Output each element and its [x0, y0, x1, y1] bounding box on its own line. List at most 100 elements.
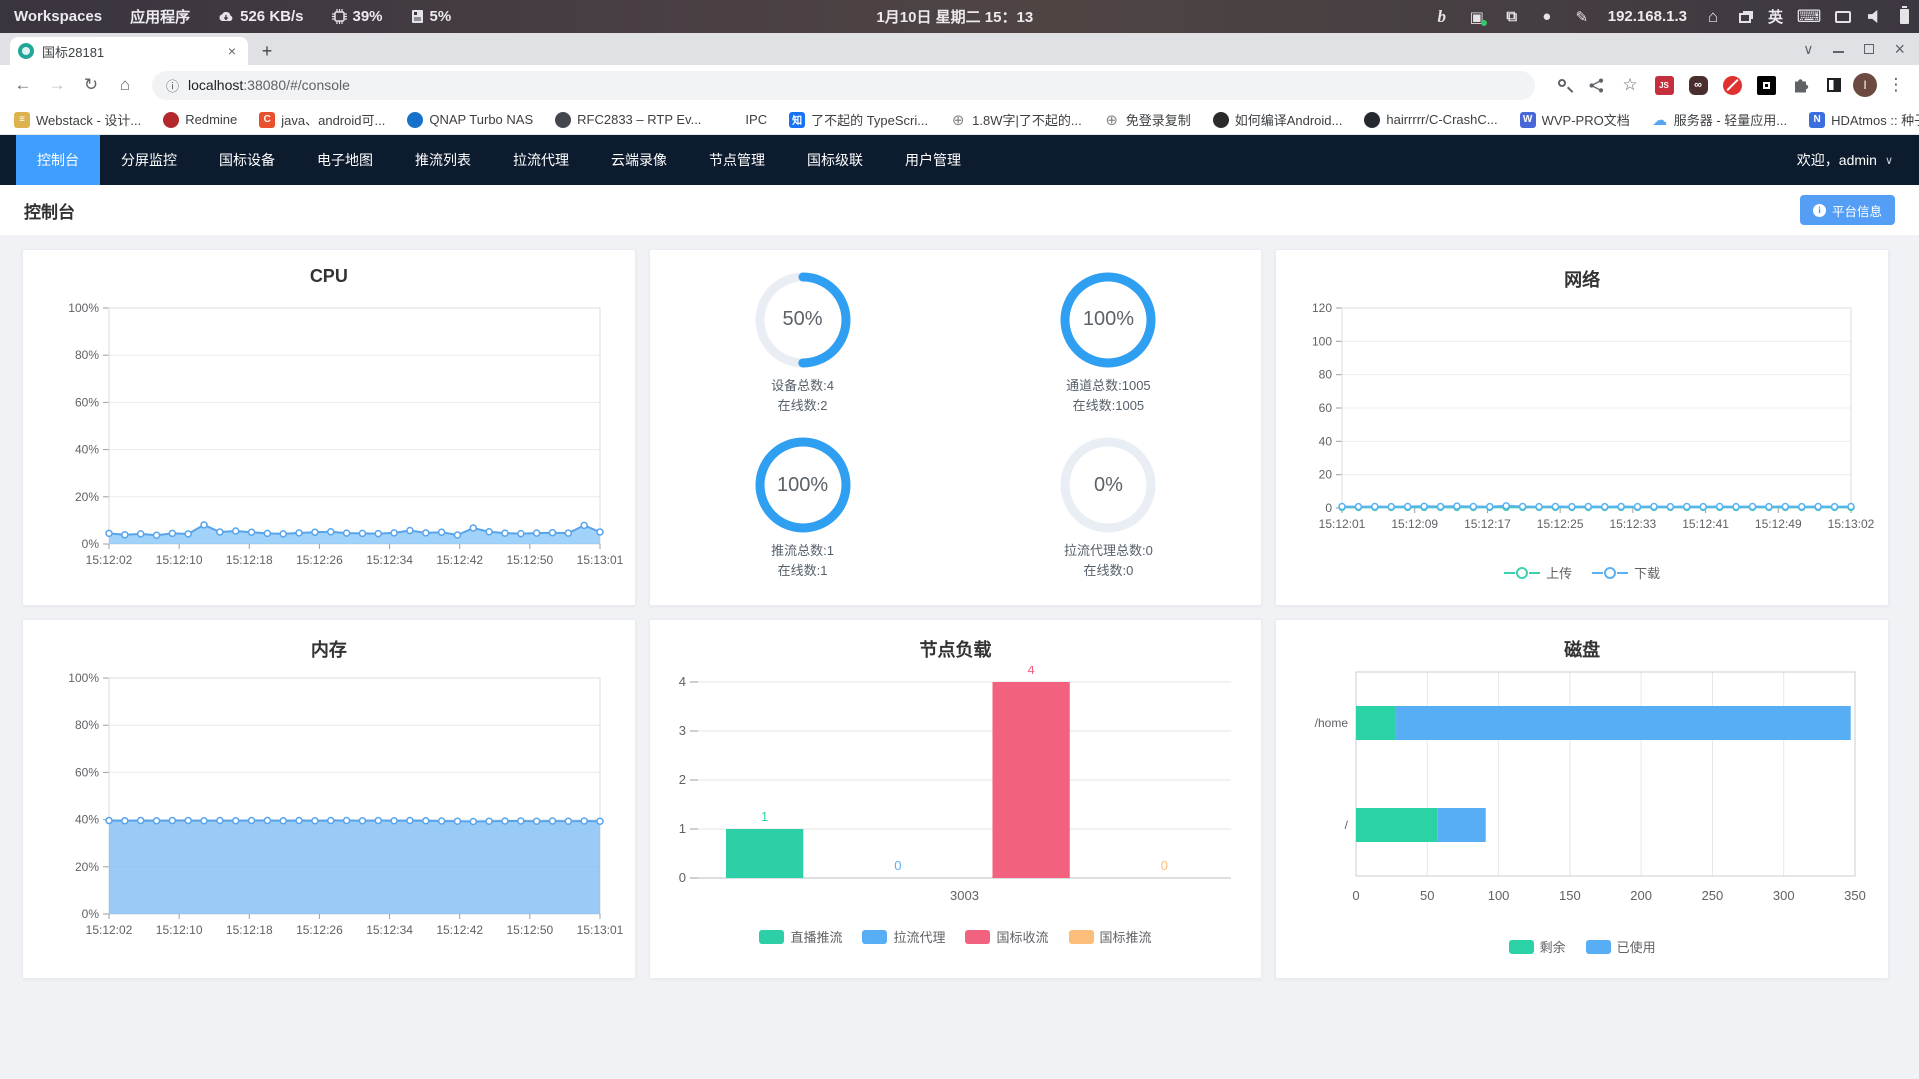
svg-text:/home: /home [1315, 716, 1349, 730]
memory-usage-indicator[interactable]: 5% [411, 8, 451, 25]
clock[interactable]: 1月10日 星期二 15：13 [876, 6, 1033, 27]
ring-online-label: 在线数:1 [777, 563, 828, 579]
bookmark-item[interactable]: 知了不起的 TypeScri... [789, 110, 928, 129]
cloud-download-icon [219, 11, 233, 21]
restore-window-button[interactable] [1864, 44, 1875, 54]
tab-close-icon[interactable]: × [224, 43, 240, 59]
bookmark-label: RFC2833 – RTP Ev... [577, 112, 702, 127]
svg-text:15:12:09: 15:12:09 [1392, 517, 1439, 531]
bookmark-item[interactable]: Redmine [163, 111, 237, 128]
reload-button[interactable]: ↻ [76, 70, 106, 100]
legend-label: 国标收流 [996, 930, 1049, 945]
back-button[interactable]: ← [8, 70, 38, 100]
site-info-icon[interactable]: ⓘ [166, 76, 179, 95]
svg-text:15:12:26: 15:12:26 [296, 923, 343, 937]
nav-item-6[interactable]: 拉流代理 [492, 135, 590, 185]
user-menu[interactable]: 欢迎，admin ∨ [1797, 150, 1919, 170]
svg-text:4: 4 [1027, 666, 1034, 677]
bookmark-item[interactable]: 如何编译Android... [1212, 110, 1342, 129]
nav-item-4[interactable]: 电子地图 [296, 135, 394, 185]
new-tab-button[interactable]: + [254, 38, 280, 64]
bookmark-item[interactable]: IPC [723, 112, 767, 128]
bookmark-label: QNAP Turbo NAS [429, 112, 534, 127]
ip-address-indicator[interactable]: 192.168.1.3 [1608, 8, 1687, 25]
share-icon[interactable] [1581, 70, 1611, 100]
network-speed-indicator[interactable]: 526 KB/s [218, 8, 304, 25]
svg-text:15:12:17: 15:12:17 [1464, 517, 1511, 531]
stats-rings: 50% 设备总数:4 在线数:2 100% 通道总数:1005 在线数:1005 100% 推… [650, 250, 1262, 605]
extension-mask[interactable]: ∞ [1683, 70, 1713, 100]
bookmark-item[interactable]: ⊕ 1.8W字|了不起的... [950, 110, 1082, 129]
nav-item-2[interactable]: 分屏监控 [100, 135, 198, 185]
svg-text:350: 350 [1844, 888, 1866, 903]
applications-menu[interactable]: 应用程序 [130, 6, 190, 27]
forward-button[interactable]: → [42, 70, 72, 100]
app-indicator-icon[interactable]: ● [1538, 8, 1556, 26]
workspaces-button[interactable]: Workspaces [14, 8, 102, 25]
nav-item-9[interactable]: 国标级联 [786, 135, 884, 185]
nav-item-1[interactable]: 控制台 [16, 135, 100, 185]
home-tray-icon[interactable]: ⌂ [1704, 7, 1722, 26]
svg-text:15:12:02: 15:12:02 [86, 553, 133, 567]
memory-chart-title: 内存 [310, 640, 347, 660]
nav-item-7[interactable]: 云端录像 [590, 135, 688, 185]
volume-icon[interactable] [1868, 10, 1878, 23]
extension-qr[interactable] [1751, 70, 1781, 100]
svg-text:15:12:42: 15:12:42 [436, 923, 483, 937]
platform-info-button[interactable]: i 平台信息 [1799, 195, 1895, 225]
tab-search-chevron-icon[interactable]: ∨ [1803, 41, 1813, 58]
nav-item-5[interactable]: 推流列表 [394, 135, 492, 185]
address-bar[interactable]: ⓘ localhost:38080/#/console [152, 70, 1535, 100]
profile-avatar[interactable]: I [1853, 73, 1877, 97]
bookmark-item[interactable]: QNAP Turbo NAS [407, 111, 534, 128]
bookmark-item[interactable]: ☁ 服务器 - 轻量应用... [1652, 110, 1787, 129]
clipboard-tray-icon[interactable]: ⧉ [1503, 8, 1521, 26]
bookmark-item[interactable]: N HDAtmos :: 种子 *... [1809, 110, 1919, 129]
node-load-legend: 直播推流 拉流代理 国标收流 国标推流 [650, 927, 1262, 946]
browser-tab[interactable]: 国标28181 × [10, 37, 248, 65]
svg-text:100%: 100% [68, 671, 99, 685]
close-window-button[interactable]: × [1894, 39, 1905, 60]
bing-tray-icon[interactable]: b [1433, 7, 1451, 26]
bookmark-star-icon[interactable]: ☆ [1615, 70, 1645, 100]
bookmark-item[interactable]: Cjava、android可... [259, 110, 385, 129]
password-key-icon[interactable] [1547, 70, 1577, 100]
nav-item-8[interactable]: 节点管理 [688, 135, 786, 185]
display-tray-icon[interactable] [1835, 10, 1851, 23]
desktop-top-bar: Workspaces 应用程序 526 KB/s 39% 5% 1月10日 星期… [0, 0, 1919, 33]
bookmark-favicon-globe: ⊕ [1105, 111, 1118, 129]
workspace-switcher-icon[interactable] [1738, 13, 1751, 23]
bookmark-item[interactable]: hairrrrr/C-CrashC... [1364, 111, 1498, 128]
url-path: :38080/#/console [243, 77, 350, 93]
nav-item-10[interactable]: 用户管理 [884, 135, 982, 185]
tool-tray-icon[interactable]: ✎ [1573, 8, 1591, 26]
stats-card: 50% 设备总数:4 在线数:2 100% 通道总数:1005 在线数:1005 100% 推… [648, 249, 1263, 606]
bookmark-item[interactable]: RFC2833 – RTP Ev... [555, 111, 702, 128]
bookmark-item[interactable]: ≡ Webstack - 设计... [14, 110, 141, 129]
svg-text:15:12:41: 15:12:41 [1683, 517, 1730, 531]
home-button[interactable]: ⌂ [110, 70, 140, 100]
svg-text:200: 200 [1631, 888, 1653, 903]
input-method-indicator[interactable]: 英 [1768, 6, 1783, 27]
legend-item: 直播推流 [759, 927, 842, 946]
reading-list-icon[interactable] [1819, 70, 1849, 100]
page-header: 控制台 i 平台信息 [0, 185, 1919, 235]
ring-percent-label: 100% [1082, 308, 1134, 331]
battery-icon[interactable] [1900, 6, 1909, 24]
bookmark-item[interactable]: W WVP-PRO文档 [1519, 110, 1630, 129]
ring-total-label: 设备总数:4 [771, 377, 834, 393]
screenshot-tray-icon[interactable]: ▣ [1468, 8, 1487, 26]
extension-adblock[interactable] [1717, 70, 1747, 100]
cpu-chip-icon [331, 9, 347, 24]
browser-menu-icon[interactable]: ⋮ [1881, 70, 1911, 100]
cpu-usage-indicator[interactable]: 39% [331, 8, 383, 25]
legend-label: 直播推流 [790, 930, 843, 945]
keyboard-tray-icon[interactable]: ⌨ [1797, 7, 1822, 26]
svg-text:40%: 40% [75, 813, 99, 827]
minimize-button[interactable] [1833, 51, 1845, 53]
svg-text:15:12:25: 15:12:25 [1537, 517, 1584, 531]
bookmark-item[interactable]: ⊕ 免登录复制 [1104, 110, 1190, 129]
extensions-puzzle-icon[interactable] [1785, 70, 1815, 100]
nav-item-3[interactable]: 国标设备 [198, 135, 296, 185]
extension-js[interactable]: JS [1649, 70, 1679, 100]
